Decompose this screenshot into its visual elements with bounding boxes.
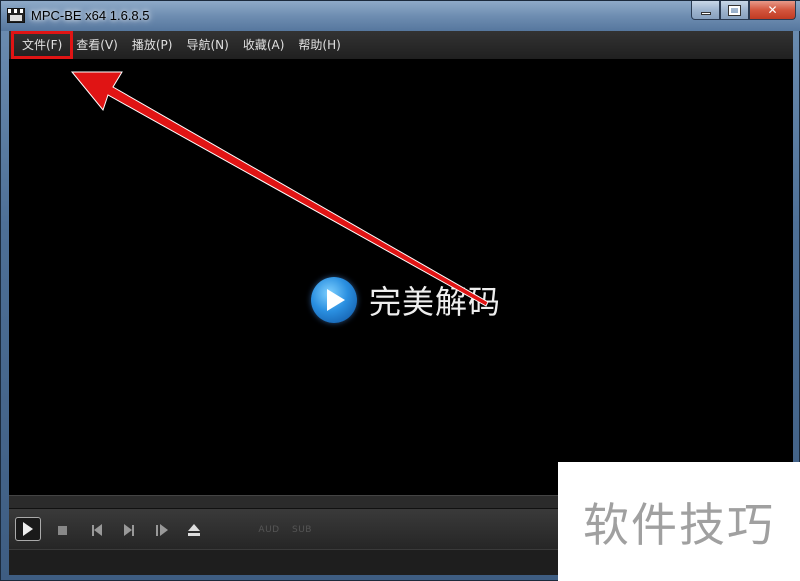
next-button[interactable] [121, 519, 137, 541]
menu-play[interactable]: 播放(P) [125, 35, 180, 55]
audio-track-button[interactable]: AUD [258, 519, 279, 541]
previous-button[interactable] [89, 519, 105, 541]
menu-help[interactable]: 帮助(H) [291, 35, 347, 55]
app-logo: 完美解码 [311, 277, 501, 323]
play-button[interactable] [15, 517, 41, 541]
stop-icon [57, 525, 67, 535]
frame-step-icon [156, 524, 168, 536]
app-icon[interactable] [7, 8, 25, 23]
maximize-icon [728, 4, 741, 16]
minimize-icon [700, 11, 711, 15]
menu-favorites[interactable]: 收藏(A) [236, 35, 292, 55]
menu-navigate[interactable]: 导航(N) [179, 35, 235, 55]
close-button[interactable]: ✕ [749, 1, 796, 20]
watermark-text: 软件技巧 [583, 497, 775, 552]
eject-icon [188, 524, 200, 536]
minimize-button[interactable] [691, 1, 720, 20]
menu-view[interactable]: 查看(V) [69, 35, 125, 55]
eject-button[interactable] [186, 519, 202, 541]
subtitle-track-button[interactable]: SUB [292, 519, 312, 541]
close-icon: ✕ [767, 3, 778, 17]
menu-bar: 文件(F) 查看(V) 播放(P) 导航(N) 收藏(A) 帮助(H) [9, 31, 793, 59]
title-bar[interactable]: MPC-BE x64 1.6.8.5 ✕ [1, 1, 800, 31]
watermark: 软件技巧 [558, 462, 800, 581]
stop-button[interactable] [55, 519, 69, 541]
menu-file[interactable]: 文件(F) [10, 31, 74, 59]
previous-icon [92, 524, 102, 536]
video-area[interactable]: 完美解码 [9, 59, 793, 495]
next-icon [124, 524, 134, 536]
play-logo-icon [311, 277, 357, 323]
play-icon [23, 522, 33, 536]
frame-step-button[interactable] [154, 519, 170, 541]
window-controls: ✕ [691, 1, 796, 21]
maximize-button[interactable] [720, 1, 749, 20]
window-title: MPC-BE x64 1.6.8.5 [31, 8, 150, 23]
logo-text: 完美解码 [369, 283, 502, 321]
